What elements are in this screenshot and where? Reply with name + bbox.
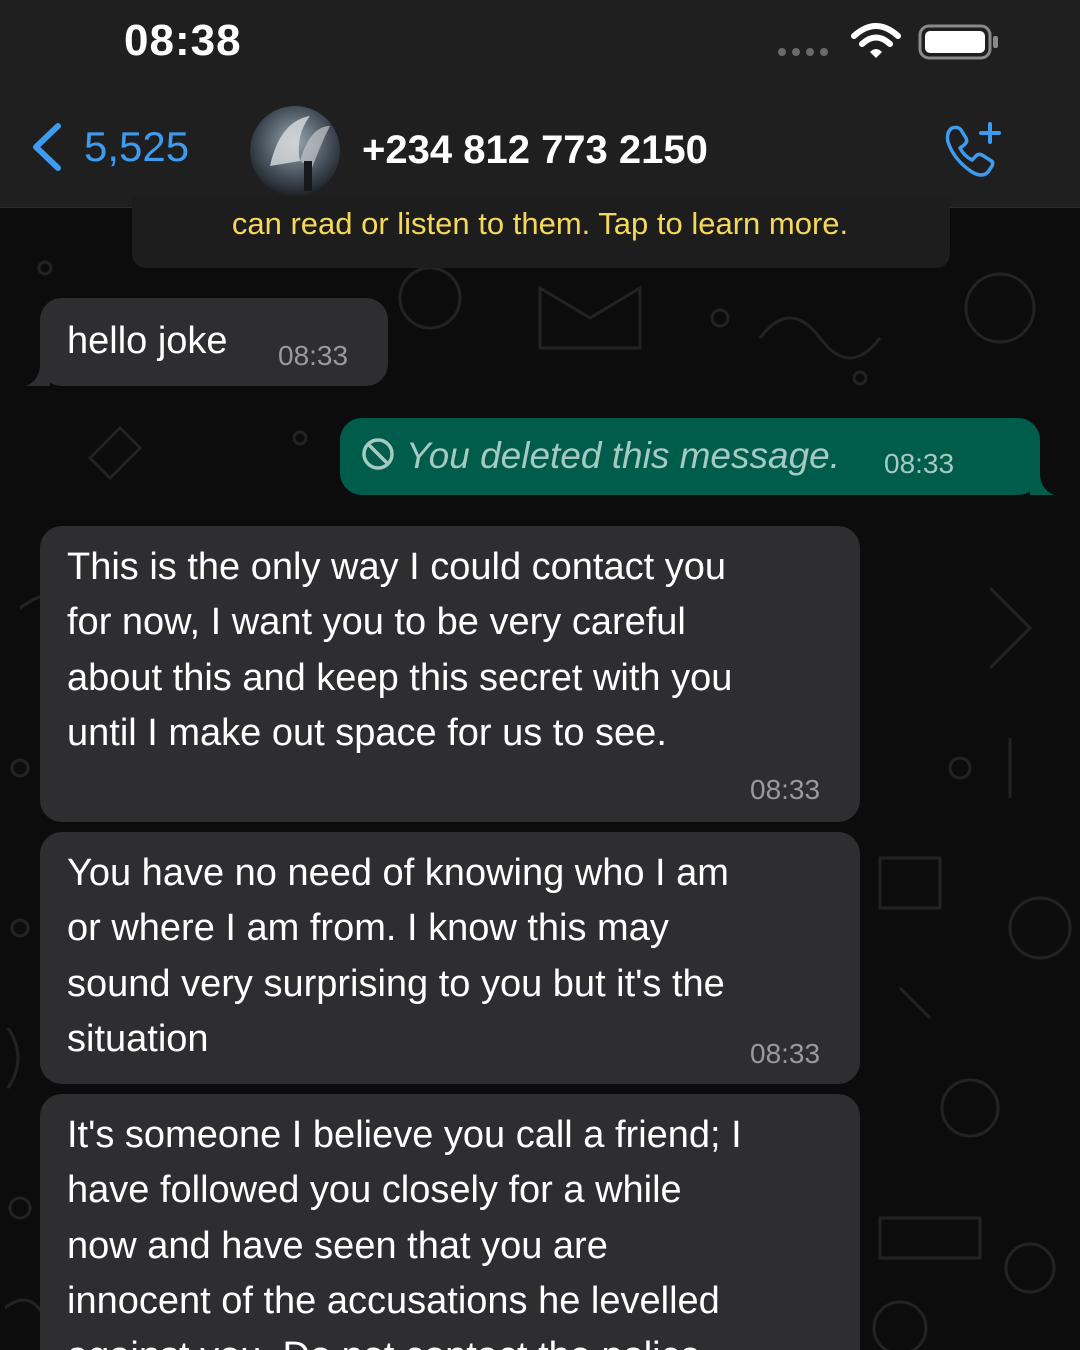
message-line: now and have seen that you are [67, 1225, 608, 1267]
battery-icon [918, 24, 998, 60]
message-bubble-incoming[interactable]: You have no need of knowing who I am or … [40, 832, 860, 1084]
message-line: until I make out space for us to see. [67, 712, 667, 754]
encryption-notice-text[interactable]: can read or listen to them. Tap to learn… [0, 206, 1080, 242]
message-bubble-outgoing[interactable]: You deleted this message. 08:33 [340, 418, 1054, 495]
message-line: situation [67, 1018, 209, 1060]
message-line: against you. Do not contact the police [67, 1329, 701, 1350]
status-time: 08:38 [124, 16, 242, 65]
cellular-signal-icon [778, 48, 828, 56]
add-call-icon[interactable] [942, 120, 1004, 180]
back-button[interactable]: 5,525 [30, 122, 189, 172]
message-time: 08:33 [750, 774, 821, 805]
message-line: for now, I want you to be very careful [67, 601, 686, 643]
chat-header: 08:38 5,525 +234 812 773 2150 [0, 0, 1080, 208]
unread-count: 5,525 [84, 123, 190, 170]
message-line: innocent of the accusations he levelled [67, 1280, 720, 1322]
message-line: about this and keep this secret with you [67, 657, 733, 699]
message-line: sound very surprising to you but it's th… [67, 963, 725, 1005]
message-bubble-incoming[interactable]: This is the only way I could contact you… [40, 526, 860, 822]
bubble-tail [26, 364, 50, 386]
wifi-icon [851, 23, 901, 58]
message-line: This is the only way I could contact you [67, 546, 726, 588]
message-time: 08:33 [278, 340, 349, 371]
avatar[interactable] [250, 106, 340, 196]
message-bubble-incoming[interactable]: It's someone I believe you call a friend… [40, 1094, 860, 1350]
contact-name[interactable]: +234 812 773 2150 [362, 128, 708, 173]
message-time: 08:33 [750, 1038, 821, 1069]
message-bubble-incoming[interactable]: hello joke 08:33 [26, 298, 388, 386]
bubble-tail [1030, 473, 1054, 495]
chevron-left-icon [33, 123, 61, 171]
message-line: have followed you closely for a while [67, 1169, 682, 1211]
message-line: It's someone I believe you call a friend… [67, 1114, 742, 1156]
message-line: You have no need of knowing who I am [67, 852, 729, 894]
deleted-message-text: You deleted this message. [406, 435, 841, 476]
avatar-image [250, 106, 340, 196]
message-line: or where I am from. I know this may [67, 907, 669, 949]
message-time: 08:33 [884, 448, 955, 479]
prohibited-icon [362, 438, 394, 470]
message-text: hello joke [67, 320, 228, 362]
